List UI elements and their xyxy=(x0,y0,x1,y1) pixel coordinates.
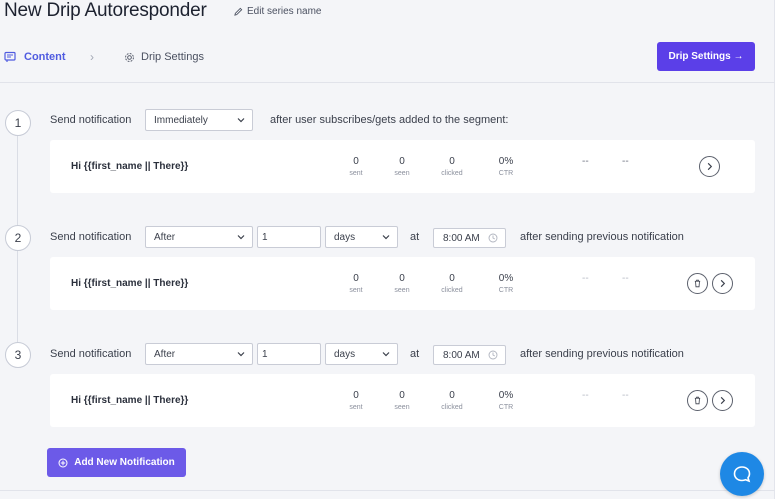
step-3-time-value: 8:00 AM xyxy=(443,349,480,361)
chevron-down-icon xyxy=(382,235,390,240)
open-notification-button[interactable] xyxy=(712,273,733,294)
step-2-unit-value: days xyxy=(334,231,356,243)
step-3-timing-select[interactable]: After xyxy=(145,343,253,365)
stat-dash: -- xyxy=(622,156,629,167)
stat-dash: -- xyxy=(622,273,629,284)
chat-icon xyxy=(733,466,751,483)
chevron-down-icon xyxy=(237,352,245,357)
chevron-down-icon xyxy=(237,118,245,123)
tab-bar: Content › Drip Settings Drip Settings → xyxy=(0,42,775,83)
step-number-3: 3 xyxy=(5,342,31,368)
step-3-amount-input[interactable]: 1 xyxy=(257,343,321,365)
gear-icon xyxy=(125,52,134,62)
tab-content[interactable]: Content xyxy=(4,51,66,63)
content-icon xyxy=(4,51,16,62)
step-number-1: 1 xyxy=(5,110,31,136)
drip-settings-button[interactable]: Drip Settings → xyxy=(657,42,755,71)
notification-card-2[interactable]: Hi {{first_name || There}} 0 sent 0 seen 0… xyxy=(50,257,755,310)
notification-subject: Hi {{first_name || There}} xyxy=(71,161,189,172)
trash-icon xyxy=(694,279,701,288)
step-3-time-input[interactable]: 8:00 AM xyxy=(433,345,506,365)
delete-notification-button[interactable] xyxy=(687,390,708,411)
step-1-suffix: after user subscribes/gets added to the … xyxy=(270,114,509,126)
stat-clicked: 0 clicked xyxy=(441,273,463,294)
step-2-unit-select[interactable]: days xyxy=(325,226,398,248)
chevron-down-icon xyxy=(237,235,245,240)
stat-ctr: 0% CTR xyxy=(498,156,514,177)
stat-seen: 0 seen xyxy=(394,273,410,294)
stat-seen: 0 seen xyxy=(394,390,410,411)
chevron-right-icon xyxy=(707,162,713,171)
pencil-icon xyxy=(234,7,243,16)
stat-ctr: 0% CTR xyxy=(498,273,514,294)
notification-card-3[interactable]: Hi {{first_name || There}} 0 sent 0 seen 0… xyxy=(50,374,755,427)
stat-dash: -- xyxy=(582,390,589,401)
step-3-timing-value: After xyxy=(154,348,176,360)
notification-subject: Hi {{first_name || There}} xyxy=(71,395,189,406)
tab-content-label: Content xyxy=(24,51,66,63)
step-1-label: Send notification xyxy=(50,114,132,126)
step-1-timing-select[interactable]: Immediately xyxy=(145,109,253,131)
step-2-amount-input[interactable]: 1 xyxy=(257,226,321,248)
chevron-right-icon xyxy=(720,396,726,405)
tab-drip-settings[interactable]: Drip Settings xyxy=(124,51,204,63)
chevron-down-icon xyxy=(382,352,390,357)
stat-dash: -- xyxy=(622,390,629,401)
chat-launcher-button[interactable] xyxy=(720,452,764,496)
notification-subject: Hi {{first_name || There}} xyxy=(71,278,189,289)
step-2-time-value: 8:00 AM xyxy=(443,232,480,244)
stat-dash: -- xyxy=(582,273,589,284)
step-2-timing-value: After xyxy=(154,231,176,243)
edit-series-name-link[interactable]: Edit series name xyxy=(234,6,321,17)
stat-sent: 0 sent xyxy=(349,273,363,294)
edit-series-label: Edit series name xyxy=(247,6,322,17)
add-new-notification-label: Add New Notification xyxy=(74,457,175,468)
stat-clicked: 0 clicked xyxy=(441,156,463,177)
add-new-notification-button[interactable]: Add New Notification xyxy=(47,448,186,477)
step-1-timing-value: Immediately xyxy=(154,114,208,126)
tab-drip-settings-label: Drip Settings xyxy=(141,51,204,63)
stat-seen: 0 seen xyxy=(394,156,410,177)
at-label: at xyxy=(410,348,420,360)
stat-sent: 0 sent xyxy=(349,390,363,411)
page: New Drip Autoresponder Edit series name … xyxy=(0,0,775,499)
trash-icon xyxy=(694,396,701,405)
stat-sent: 0 sent xyxy=(349,156,363,177)
stat-clicked: 0 clicked xyxy=(441,390,463,411)
page-title: New Drip Autoresponder xyxy=(4,0,207,21)
step-3-unit-value: days xyxy=(334,348,356,360)
step-number-2: 2 xyxy=(5,225,31,251)
step-3-suffix: after sending previous notification xyxy=(520,348,684,360)
stat-dash: -- xyxy=(582,156,589,167)
step-2-label: Send notification xyxy=(50,231,132,243)
plus-circle-icon xyxy=(58,458,68,467)
delete-notification-button[interactable] xyxy=(687,273,708,294)
bottom-divider xyxy=(0,490,775,491)
clock-icon xyxy=(488,350,498,360)
chevron-right-icon xyxy=(720,279,726,288)
step-3-label: Send notification xyxy=(50,348,132,360)
at-label: at xyxy=(410,231,420,243)
open-notification-button[interactable] xyxy=(699,156,720,177)
stat-ctr: 0% CTR xyxy=(498,390,514,411)
step-3-unit-select[interactable]: days xyxy=(325,343,398,365)
open-notification-button[interactable] xyxy=(712,390,733,411)
clock-icon xyxy=(488,233,498,243)
step-2-timing-select[interactable]: After xyxy=(145,226,253,248)
step-2-suffix: after sending previous notification xyxy=(520,231,684,243)
step-2-time-input[interactable]: 8:00 AM xyxy=(433,228,506,248)
notification-card-1[interactable]: Hi {{first_name || There}} 0 sent 0 seen 0… xyxy=(50,140,755,193)
breadcrumb-chevron-icon: › xyxy=(90,50,94,64)
